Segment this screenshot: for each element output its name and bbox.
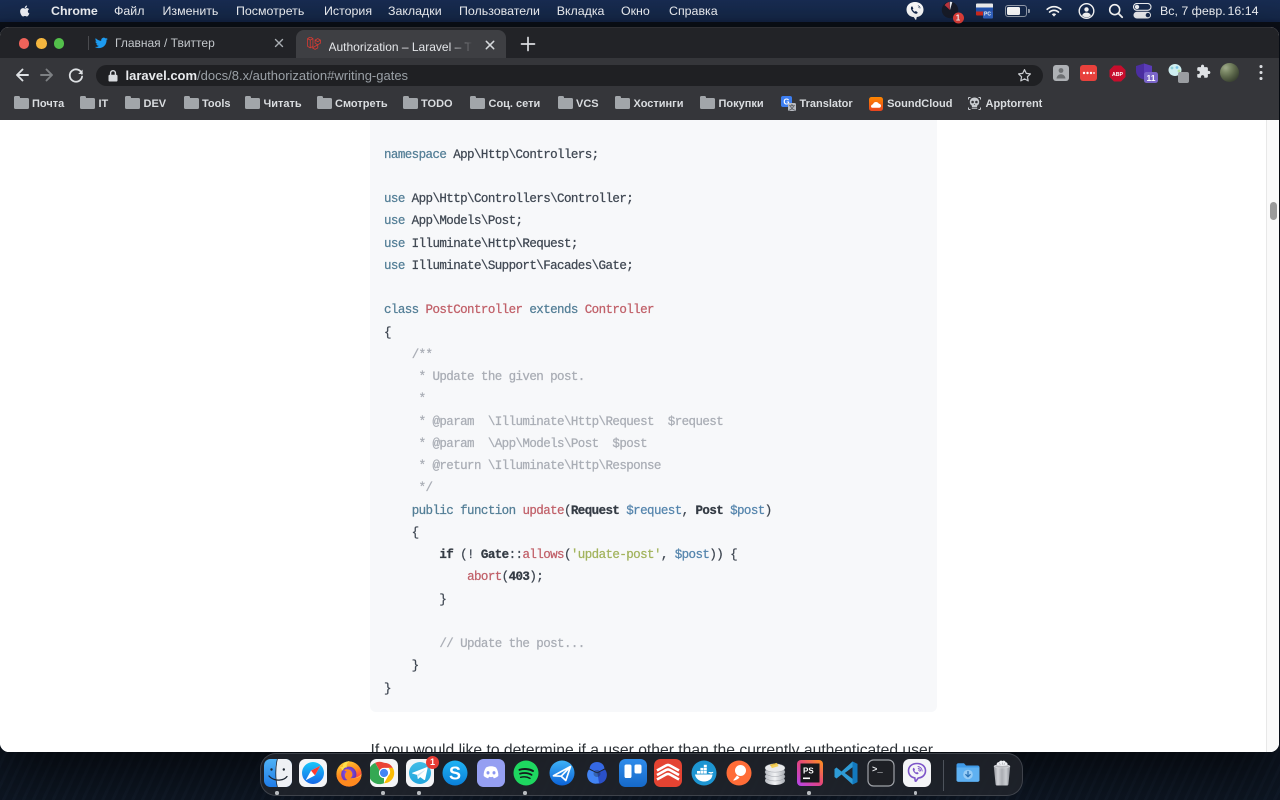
- svg-text:文: 文: [788, 102, 796, 111]
- svg-text:ABP: ABP: [1112, 72, 1123, 78]
- svg-text:S: S: [449, 764, 461, 784]
- svg-text:>_: >_: [872, 765, 883, 775]
- svg-text:PS: PS: [803, 767, 814, 776]
